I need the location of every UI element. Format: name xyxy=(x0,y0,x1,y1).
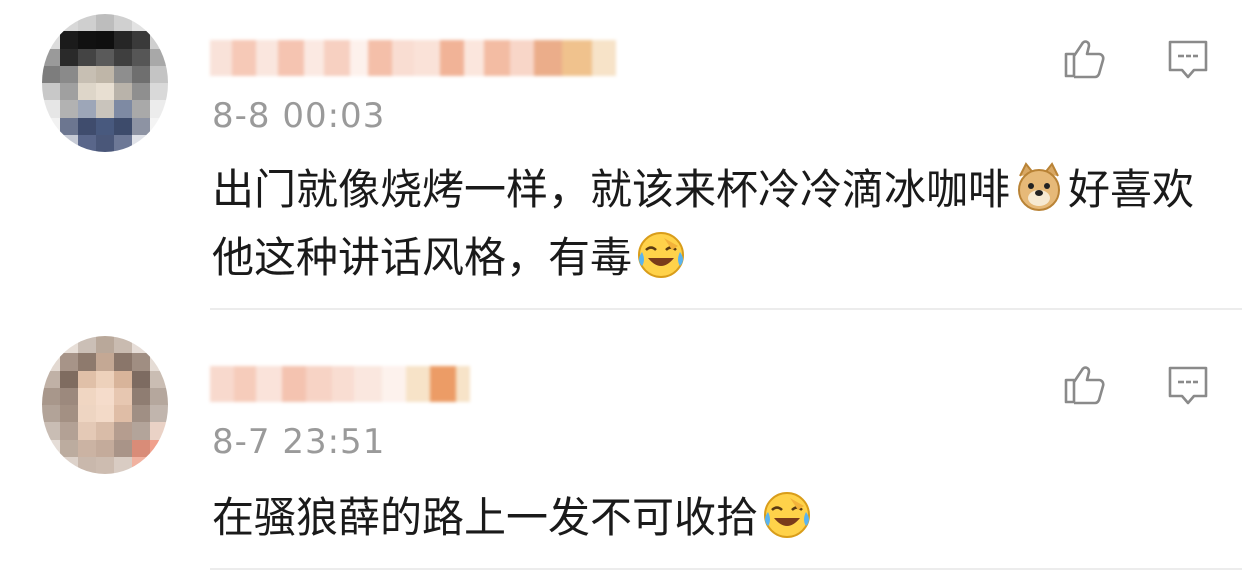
divider xyxy=(210,308,1242,310)
thumbs-up-icon[interactable] xyxy=(1062,34,1110,82)
avatar[interactable] xyxy=(42,336,168,474)
comment-time: 8-7 23:51 xyxy=(212,422,386,462)
comment-time: 8-8 00:03 xyxy=(212,96,386,136)
comment-bubble-icon[interactable] xyxy=(1164,362,1212,410)
comment-text: 在骚狼薛的路上一发不可收拾 xyxy=(212,484,1202,552)
comment-text: 出门就像烧烤一样，就该来杯冷冷滴冰咖啡 好喜欢他这种讲话风格，有毒 xyxy=(212,156,1202,292)
comment-text-part: 出门就像烧烤一样，就该来杯冷冷滴冰咖啡 xyxy=(212,165,1011,214)
laugh-cry-emoji xyxy=(764,492,811,538)
username-blurred[interactable] xyxy=(210,40,616,76)
doge-emoji xyxy=(1018,162,1061,211)
comment-bubble-icon[interactable] xyxy=(1164,36,1212,84)
avatar[interactable] xyxy=(42,14,168,152)
username-blurred[interactable] xyxy=(210,366,470,402)
thumbs-up-icon[interactable] xyxy=(1062,360,1110,408)
laugh-cry-emoji xyxy=(638,232,685,278)
comment-text-part: 在骚狼薛的路上一发不可收拾 xyxy=(212,493,759,542)
divider xyxy=(210,568,1242,570)
